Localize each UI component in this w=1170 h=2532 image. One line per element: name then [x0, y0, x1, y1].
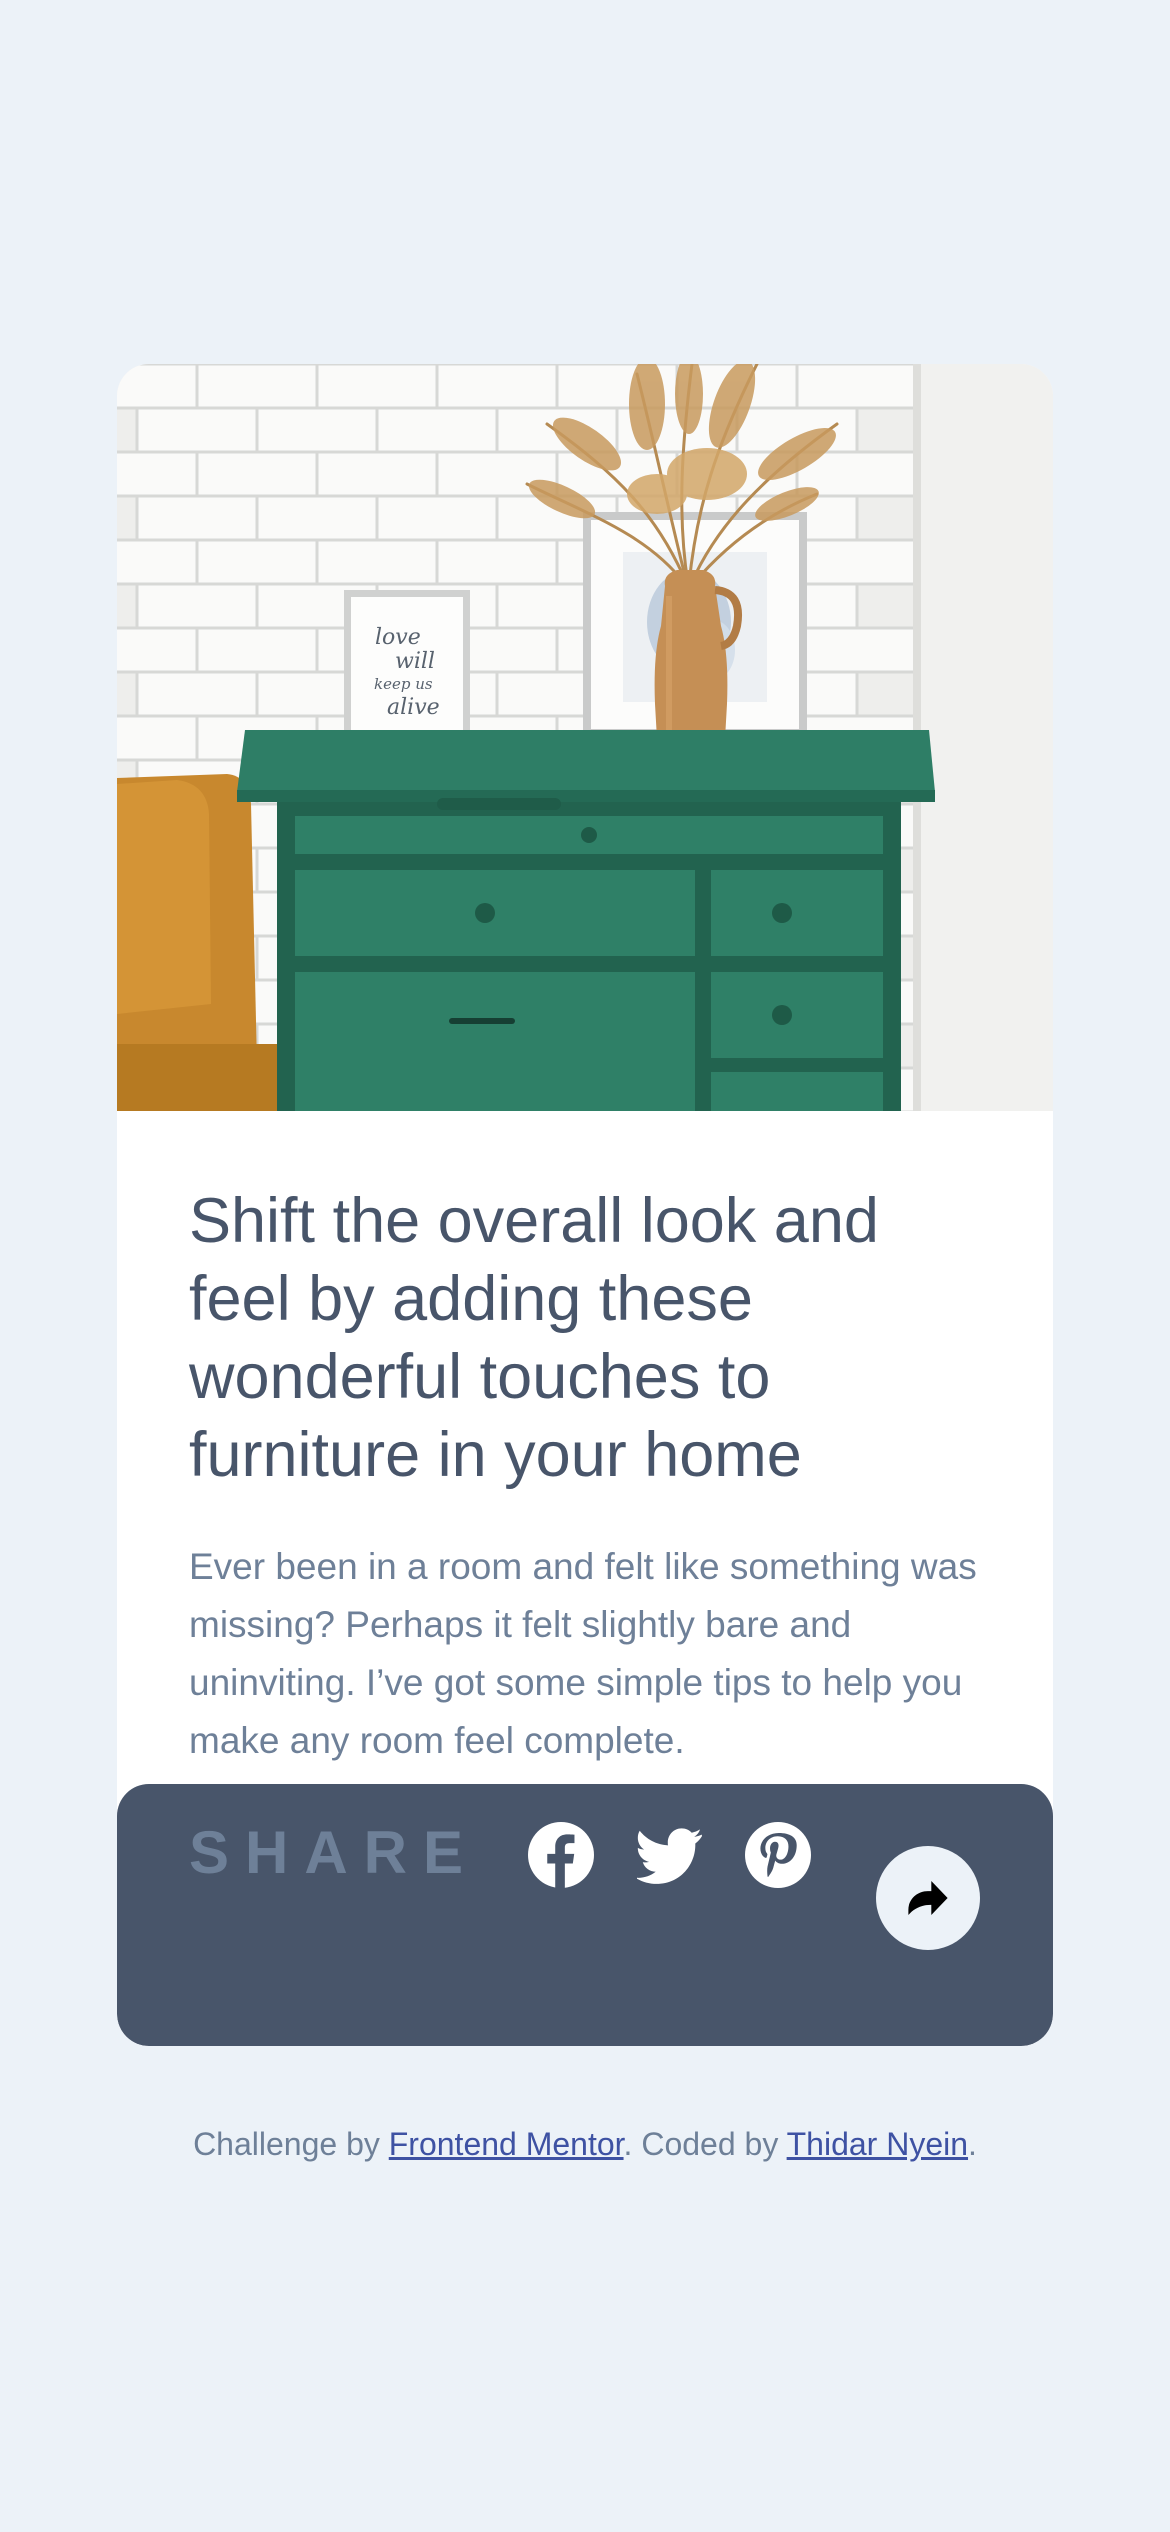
share-button[interactable]	[876, 1846, 980, 1950]
share-arrow-icon	[908, 1881, 948, 1915]
attribution-middle: . Coded by	[623, 2126, 787, 2162]
attribution: Challenge by Frontend Mentor. Coded by T…	[0, 2124, 1170, 2164]
facebook-icon[interactable]	[528, 1822, 594, 1888]
article-card: love will keep us alive Shift the overal…	[117, 364, 1053, 2046]
frontend-mentor-link[interactable]: Frontend Mentor	[389, 2126, 624, 2162]
share-label: SHARE	[189, 1819, 480, 1886]
article-image: love will keep us alive	[117, 364, 1053, 1111]
frame-text-2: will	[395, 649, 435, 674]
article-title: Shift the overall look and feel by addin…	[189, 1186, 879, 1490]
drawers-illustration: love will keep us alive	[117, 364, 1053, 1111]
frame-text-1: love	[375, 625, 421, 650]
share-panel: SHARE	[117, 1784, 1053, 2046]
frame-text-3: keep us	[374, 675, 433, 693]
pinterest-icon[interactable]	[745, 1822, 811, 1888]
attribution-prefix: Challenge by	[193, 2126, 389, 2162]
frame-text-4: alive	[387, 695, 440, 720]
twitter-icon[interactable]	[635, 1822, 703, 1888]
attribution-suffix: .	[968, 2126, 977, 2162]
author-link[interactable]: Thidar Nyein	[787, 2126, 968, 2162]
article-description: Ever been in a room and felt like someth…	[189, 1546, 977, 1761]
